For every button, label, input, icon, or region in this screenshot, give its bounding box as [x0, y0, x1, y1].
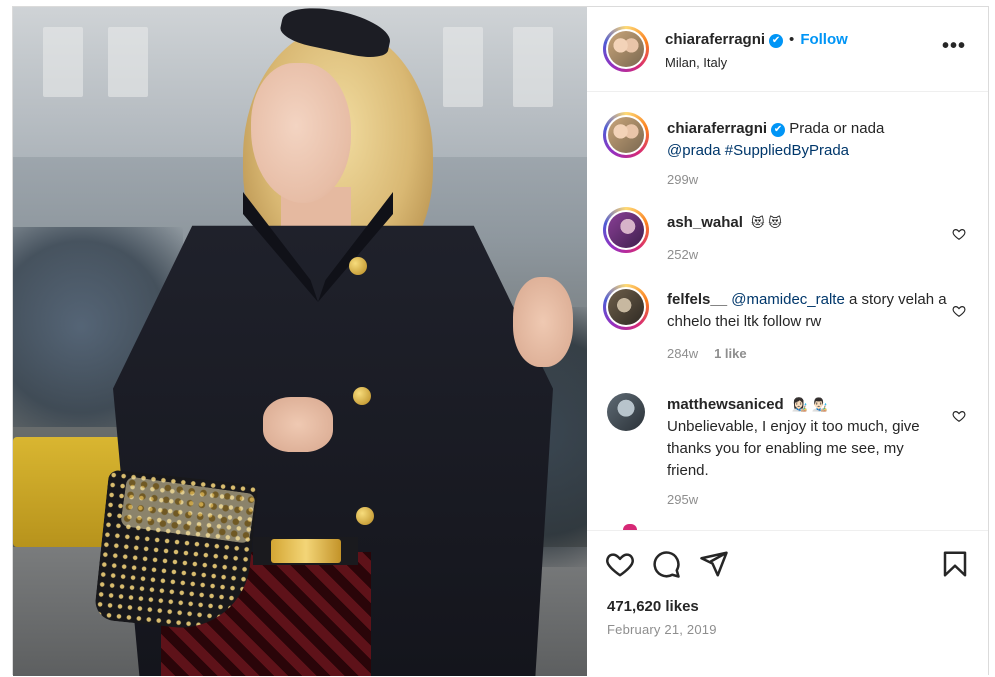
caption: chiaraferragni ✔ Prada or nada @prada #Su… — [587, 110, 988, 190]
comment-time[interactable]: 284w — [667, 346, 698, 361]
comment-text-block: ash_wahal 😻 😻 — [667, 212, 948, 234]
verified-icon: ✔ — [771, 123, 786, 137]
comment-icon[interactable] — [651, 549, 681, 579]
comment-text-block: felfels__ @mamidec_ralte a story velah a… — [667, 289, 948, 333]
action-bar: 471,620 likes February 21, 2019 — [587, 530, 988, 677]
share-icon[interactable] — [699, 549, 729, 579]
comment-item: ash_wahal 😻 😻 252w — [587, 207, 988, 267]
comment-emojis: 👩🏻‍🎨 👨🏻‍🎨 — [791, 397, 828, 412]
coat-button — [356, 507, 374, 525]
post-card: chiaraferragni ✔ • Follow Milan, Italy ••• … — [12, 6, 989, 677]
bookmark-icon[interactable] — [940, 549, 970, 579]
caption-text: Prada or nada — [789, 120, 885, 137]
post-image[interactable] — [13, 7, 587, 676]
commenter-avatar[interactable] — [607, 393, 645, 431]
verified-icon: ✔ — [769, 34, 784, 48]
comment-item: felfels__ @mamidec_ralte a story velah a… — [587, 284, 988, 374]
hand — [263, 397, 333, 452]
commenter-avatar[interactable] — [603, 284, 649, 330]
coat-button — [349, 257, 367, 275]
comment-username[interactable]: felfels__ — [667, 291, 727, 308]
comment-time[interactable]: 252w — [667, 247, 698, 262]
caption-hashtag[interactable]: #SuppliedByPrada — [725, 142, 849, 159]
post-sidebar: chiaraferragni ✔ • Follow Milan, Italy ••• … — [587, 7, 988, 677]
caption-mention[interactable]: @prada — [667, 142, 721, 159]
caption-avatar[interactable] — [603, 112, 649, 158]
caption-time[interactable]: 299w — [667, 172, 698, 187]
comment-username[interactable]: matthewsaniced — [667, 396, 784, 413]
author-line: chiaraferragni ✔ • Follow — [665, 31, 848, 49]
author-username[interactable]: chiaraferragni — [665, 31, 765, 48]
comment-like-heart-icon[interactable] — [952, 409, 966, 423]
comment-like-heart-icon[interactable] — [952, 304, 966, 318]
background-window — [108, 27, 148, 97]
coat-button — [353, 387, 371, 405]
heart-icon[interactable] — [605, 549, 635, 579]
comment-like-heart-icon[interactable] — [952, 227, 966, 241]
comment-item: matthewsaniced 👩🏻‍🎨 👨🏻‍🎨 Unbelievable, I… — [587, 389, 988, 519]
hand — [513, 277, 573, 367]
face — [251, 63, 351, 203]
background-window — [443, 27, 483, 107]
comment-text: Unbelievable, I enjoy it too much, give … — [667, 418, 920, 479]
comment-text-block: matthewsaniced 👩🏻‍🎨 👨🏻‍🎨 Unbelievable, I… — [667, 394, 948, 482]
comments-list[interactable]: chiaraferragni ✔ Prada or nada @prada #Su… — [587, 92, 988, 530]
follow-button[interactable]: Follow — [800, 31, 848, 48]
belt-buckle — [271, 539, 341, 563]
separator-dot: • — [789, 31, 795, 48]
more-options-icon[interactable]: ••• — [942, 35, 966, 58]
comment-time[interactable]: 295w — [667, 492, 698, 507]
comment-mention[interactable]: @mamidec_ralte — [731, 291, 845, 308]
background-window — [43, 27, 83, 97]
post-date[interactable]: February 21, 2019 — [607, 622, 717, 637]
comment-text: 😻 😻 — [751, 215, 782, 230]
post-header: chiaraferragni ✔ • Follow Milan, Italy ••• — [587, 7, 988, 92]
comment-likes[interactable]: 1 like — [714, 346, 747, 361]
comment-username[interactable]: ash_wahal — [667, 214, 743, 231]
background-window — [513, 27, 553, 107]
likes-count[interactable]: 471,620 likes — [607, 598, 699, 615]
comment-meta: 284w 1 like — [667, 346, 747, 361]
caption-text-block: chiaraferragni ✔ Prada or nada @prada #Su… — [667, 118, 948, 162]
author-avatar[interactable] — [603, 26, 649, 72]
post-location[interactable]: Milan, Italy — [665, 55, 727, 70]
caption-username[interactable]: chiaraferragni — [667, 120, 767, 137]
commenter-avatar[interactable] — [603, 207, 649, 253]
